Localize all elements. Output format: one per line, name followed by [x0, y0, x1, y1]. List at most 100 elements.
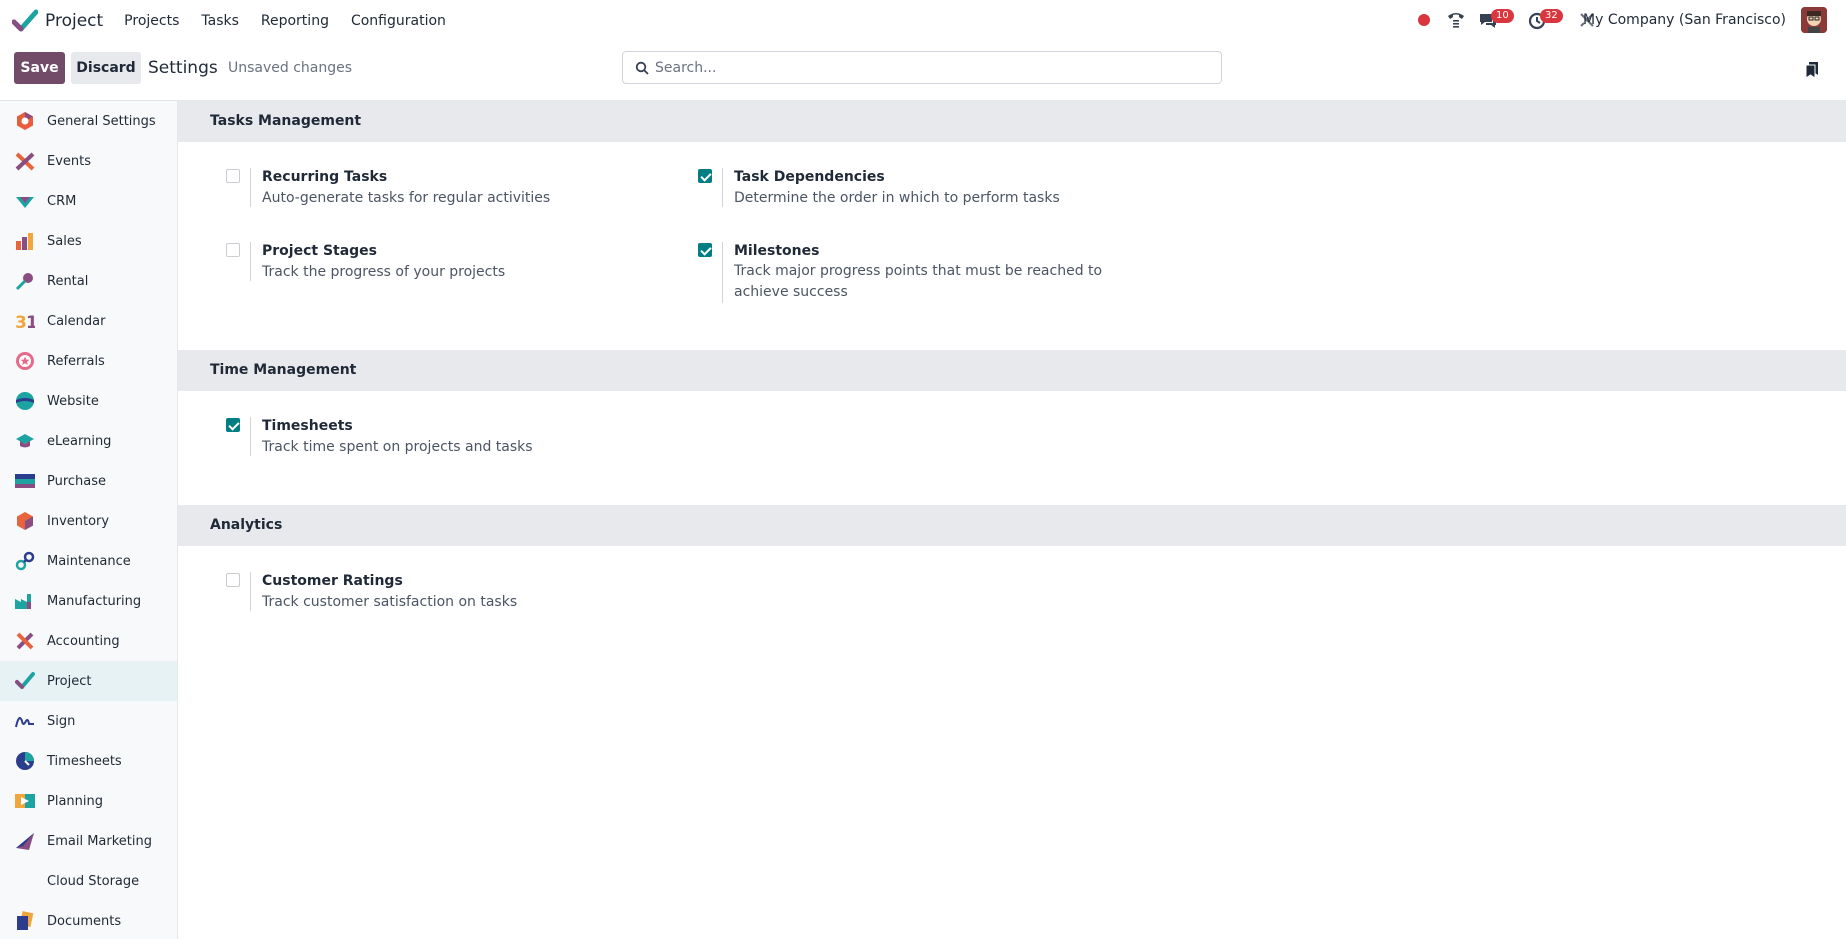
settings-content: Tasks Management Recurring Tasks Auto-ge… — [178, 101, 1846, 939]
sidebar-item-elearning[interactable]: eLearning — [0, 421, 177, 461]
project-stages-checkbox[interactable] — [226, 243, 240, 257]
rental-icon — [15, 273, 33, 291]
calendar-icon: 3 1 — [15, 313, 35, 331]
sidebar-item-maintenance[interactable]: Maintenance — [0, 541, 177, 581]
elearning-icon — [16, 434, 34, 448]
search-box — [622, 51, 1222, 84]
timesheets-checkbox[interactable] — [226, 418, 240, 432]
sidebar-item-general-settings[interactable]: General Settings — [0, 101, 177, 141]
setting-title: Customer Ratings — [262, 573, 403, 589]
setting-title: Timesheets — [262, 418, 353, 434]
setting-title: Task Dependencies — [734, 169, 885, 185]
discard-button[interactable]: Discard — [71, 52, 141, 84]
sidebar-item-label: Project — [47, 673, 92, 689]
sidebar-item-events[interactable]: Events — [0, 141, 177, 181]
setting-divider — [250, 572, 251, 611]
sidebar-item-crm[interactable]: CRM — [0, 181, 177, 221]
sidebar-item-label: Documents — [47, 913, 122, 929]
sidebar-item-label: Events — [47, 153, 92, 169]
messages-count-badge: 10 — [1491, 9, 1514, 23]
section-header-time-management: Time Management — [178, 350, 1846, 391]
documents-icon — [17, 911, 34, 930]
sidebar-item-label: Cloud Storage — [47, 873, 140, 889]
sales-icon — [16, 233, 33, 250]
sidebar-item-label: Purchase — [47, 473, 107, 489]
sidebar-item-label: General Settings — [47, 113, 156, 129]
setting-title: Milestones — [734, 243, 820, 259]
company-switcher[interactable]: My Company (San Francisco) — [1583, 12, 1786, 28]
section-title: Time Management — [210, 362, 357, 378]
sidebar-item-inventory[interactable]: Inventory — [0, 501, 177, 541]
sidebar-item-rental[interactable]: Rental — [0, 261, 177, 301]
phone-icon[interactable] — [1445, 9, 1467, 31]
sidebar-item-website[interactable]: Website — [0, 381, 177, 421]
user-avatar[interactable] — [1801, 7, 1827, 33]
customer-ratings-checkbox[interactable] — [226, 573, 240, 587]
email-marketing-icon — [16, 833, 34, 850]
inventory-icon — [17, 512, 33, 530]
sidebar-item-label: Manufacturing — [47, 593, 142, 609]
section-header-tasks-management: Tasks Management — [178, 101, 1846, 142]
sidebar-item-planning[interactable]: Planning — [0, 781, 177, 821]
sidebar-item-email-marketing[interactable]: Email Marketing — [0, 821, 177, 861]
svg-text:1: 1 — [26, 313, 35, 331]
settings-sidebar: General Settings Events CRM Sales Rental — [0, 101, 178, 939]
project-icon — [15, 672, 35, 689]
sidebar-item-label: Timesheets — [47, 753, 122, 769]
recording-indicator-icon[interactable] — [1418, 14, 1430, 26]
maintenance-icon — [15, 551, 35, 571]
manufacturing-icon — [15, 594, 31, 609]
milestones-checkbox[interactable] — [698, 243, 712, 257]
section-title: Tasks Management — [210, 113, 362, 129]
setting-divider — [722, 242, 723, 303]
setting-description: Track customer satisfaction on tasks — [262, 594, 518, 610]
setting-title: Project Stages — [262, 243, 378, 259]
sidebar-item-label: Sign — [47, 713, 76, 729]
sidebar-item-label: Inventory — [47, 513, 110, 529]
save-button[interactable]: Save — [14, 52, 65, 84]
sidebar-item-manufacturing[interactable]: Manufacturing — [0, 581, 177, 621]
sidebar-item-accounting[interactable]: Accounting — [0, 621, 177, 661]
setting-description: Auto-generate tasks for regular activiti… — [262, 190, 551, 206]
sidebar-item-documents[interactable]: Documents — [0, 901, 177, 939]
general-settings-icon — [17, 112, 33, 130]
sidebar-item-purchase[interactable]: Purchase — [0, 461, 177, 501]
user-avatar-image — [1801, 7, 1827, 33]
section-header-analytics: Analytics — [178, 505, 1846, 546]
sidebar-item-label: Accounting — [47, 633, 120, 649]
sidebar-item-label: Email Marketing — [47, 833, 152, 849]
sidebar-item-label: eLearning — [47, 433, 112, 449]
bookmark-toggle-icon[interactable] — [1805, 60, 1819, 78]
sidebar-item-sales[interactable]: Sales — [0, 221, 177, 261]
page-title: Settings — [148, 58, 218, 78]
task-dependencies-checkbox[interactable] — [698, 169, 712, 183]
search-icon — [635, 61, 649, 75]
sidebar-item-sign[interactable]: Sign — [0, 701, 177, 741]
timesheets-icon — [16, 752, 34, 770]
search-input[interactable] — [655, 58, 1205, 78]
sidebar-item-referrals[interactable]: Referrals — [0, 341, 177, 381]
sidebar-item-label: Planning — [47, 793, 103, 809]
setting-description: Track major progress points that must be… — [734, 263, 1103, 300]
sidebar-item-cloud-storage[interactable]: Cloud Storage — [0, 861, 177, 901]
sidebar-item-label: Sales — [47, 233, 82, 249]
section-title: Analytics — [210, 517, 283, 533]
accounting-icon — [16, 632, 34, 650]
recurring-tasks-checkbox[interactable] — [226, 169, 240, 183]
setting-divider — [250, 242, 251, 281]
sidebar-item-calendar[interactable]: 3 1 Calendar — [0, 301, 177, 341]
setting-title: Recurring Tasks — [262, 169, 388, 185]
setting-divider — [250, 168, 251, 207]
setting-divider — [250, 417, 251, 456]
sidebar-item-timesheets[interactable]: Timesheets — [0, 741, 177, 781]
unsaved-changes-indicator: Unsaved changes — [228, 60, 353, 76]
events-icon — [15, 152, 35, 171]
control-panel: Save Discard Settings Unsaved changes — [0, 41, 1846, 101]
activities-count-badge: 32 — [1540, 9, 1563, 23]
sidebar-item-label: Referrals — [47, 353, 105, 369]
sidebar-item-project[interactable]: Project — [0, 661, 177, 701]
setting-description: Track time spent on projects and tasks — [262, 439, 533, 455]
crm-icon — [16, 197, 34, 208]
main-navbar: Project Projects Tasks Reporting Configu… — [0, 0, 1846, 41]
setting-divider — [722, 168, 723, 207]
